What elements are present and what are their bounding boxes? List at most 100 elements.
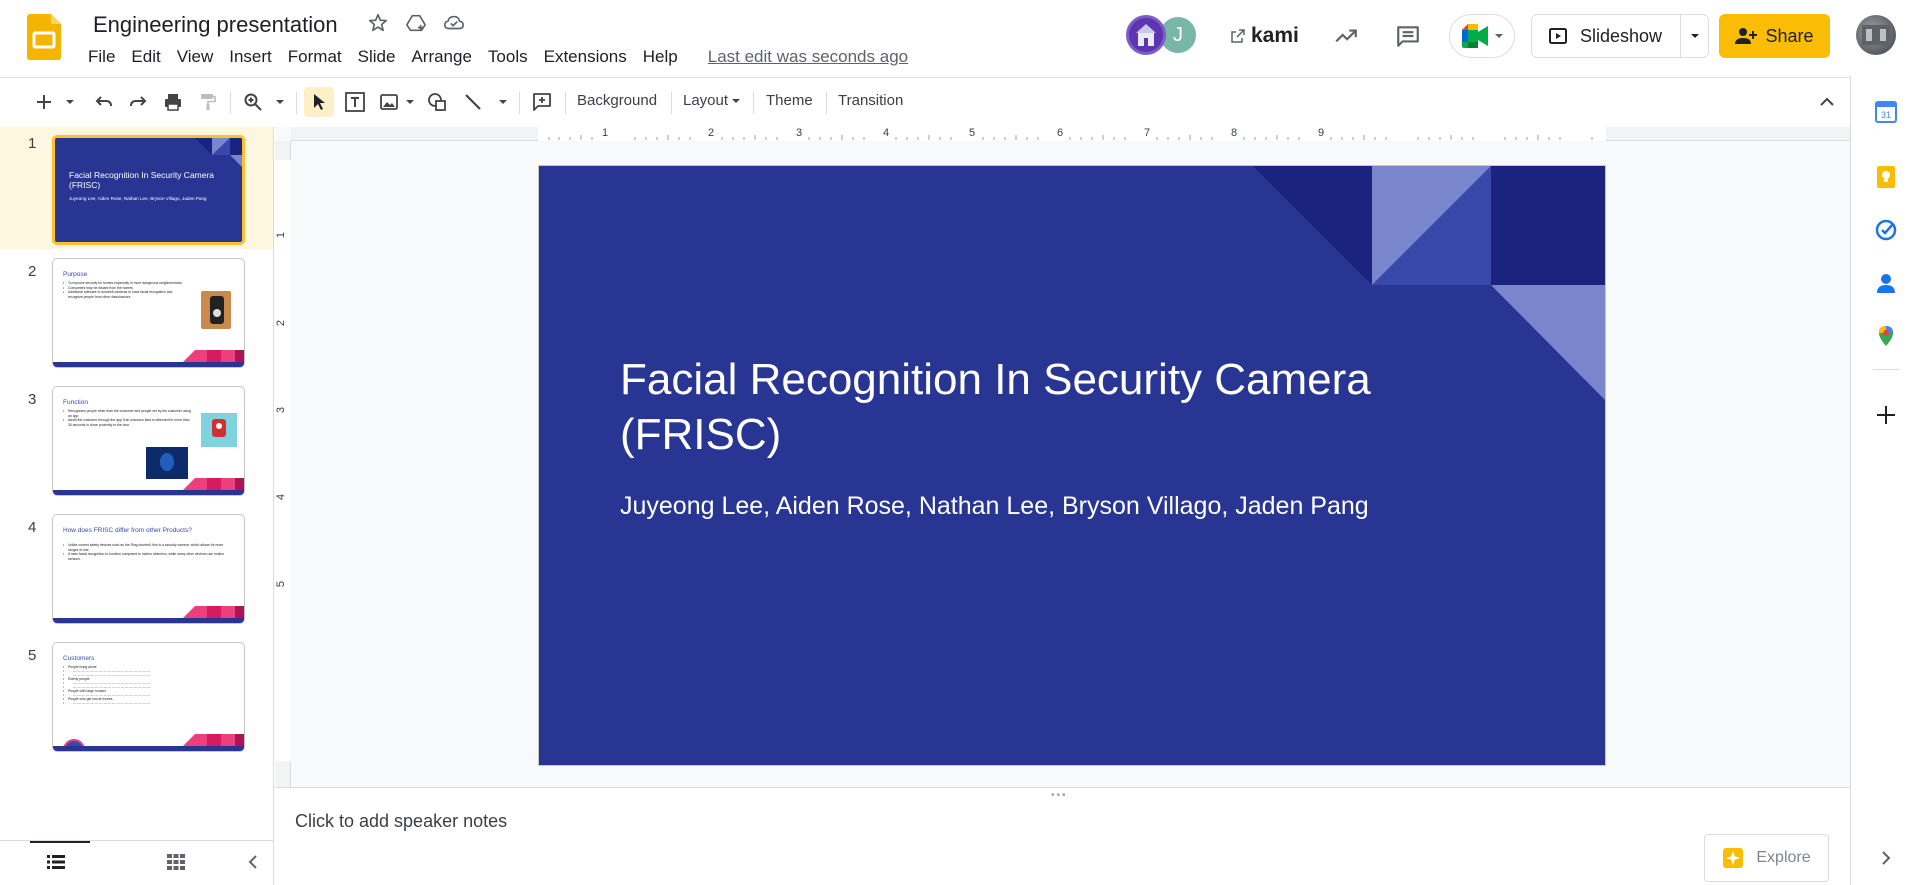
ruler-number: 1 <box>275 231 288 239</box>
layout-button[interactable]: Layout <box>683 92 728 109</box>
ruler-number: 4 <box>883 127 890 139</box>
chevron-down-icon <box>1495 34 1503 38</box>
share-button[interactable]: Share <box>1719 14 1830 58</box>
face-scan-image <box>201 413 237 447</box>
line-chevron-icon[interactable] <box>497 90 509 114</box>
paint-format-icon[interactable] <box>197 90 219 114</box>
select-tool-icon[interactable] <box>304 87 334 117</box>
filmstrip-slide-1[interactable]: 1 Facial Recognition In Security Camera … <box>0 127 273 249</box>
collapse-toolbar-icon[interactable] <box>1816 90 1838 114</box>
document-title[interactable]: Engineering presentation <box>90 11 341 39</box>
star-icon[interactable] <box>366 11 390 35</box>
maps-icon[interactable] <box>1872 322 1900 350</box>
external-link-icon <box>1231 29 1245 43</box>
notes-resize-handle[interactable]: ••• <box>275 787 1850 801</box>
add-comment-icon[interactable] <box>531 90 553 114</box>
slide-title[interactable]: Facial Recognition In Security Camera (F… <box>620 352 1440 462</box>
grid-view-icon[interactable] <box>167 854 185 875</box>
slide-number: 1 <box>28 135 37 152</box>
slideshow-button[interactable]: Slideshow <box>1532 15 1680 57</box>
toolbar-divider <box>753 92 754 114</box>
ruler-number: 2 <box>275 319 288 327</box>
slides-logo-icon[interactable] <box>27 14 61 60</box>
comments-icon[interactable] <box>1393 21 1423 51</box>
expand-side-panel-icon[interactable] <box>1872 844 1900 872</box>
filmstrip-slide-3[interactable]: 3 Function Recognizes people other than … <box>0 383 273 505</box>
filmstrip-slide-4[interactable]: 4 How does FRISC differ from other Produ… <box>0 511 273 633</box>
menu-edit[interactable]: Edit <box>123 44 168 70</box>
collapse-filmstrip-icon[interactable] <box>246 854 260 875</box>
insert-image-chevron-icon[interactable] <box>404 90 416 114</box>
menu-arrange[interactable]: Arrange <box>403 44 479 70</box>
slide-number: 5 <box>28 647 37 664</box>
zoom-icon[interactable] <box>242 90 264 114</box>
menu-format[interactable]: Format <box>280 44 350 70</box>
account-avatar[interactable] <box>1856 15 1896 55</box>
slideshow-options-button[interactable] <box>1680 15 1708 57</box>
undo-icon[interactable] <box>93 90 115 114</box>
thumbnail-title: Customers <box>63 655 95 662</box>
shape-icon[interactable] <box>426 90 448 114</box>
slide-thumbnail[interactable]: Purpose To improve security for homes es… <box>52 258 245 368</box>
menu-slide[interactable]: Slide <box>350 44 404 70</box>
new-slide-icon[interactable] <box>34 90 54 114</box>
menu-insert[interactable]: Insert <box>221 44 280 70</box>
menu-help[interactable]: Help <box>635 44 686 70</box>
tasks-icon[interactable] <box>1872 216 1900 244</box>
print-icon[interactable] <box>162 90 184 114</box>
keep-icon[interactable] <box>1872 163 1900 191</box>
filmstrip-slide-2[interactable]: 2 Purpose To improve security for homes … <box>0 255 273 377</box>
slideshow-label: Slideshow <box>1580 25 1663 46</box>
zoom-chevron-icon[interactable] <box>274 90 286 114</box>
transition-button[interactable]: Transition <box>838 92 903 109</box>
explore-button[interactable]: Explore <box>1704 834 1829 882</box>
active-view-indicator <box>30 841 90 843</box>
cloud-saved-icon[interactable] <box>442 11 466 35</box>
thumbnail-bullet: Alerts the customer through the app if a… <box>63 418 191 427</box>
last-edit-link[interactable]: Last edit was seconds ago <box>704 44 912 70</box>
get-add-ons-icon[interactable] <box>1872 401 1900 429</box>
menu-extensions[interactable]: Extensions <box>536 44 635 70</box>
menu-file[interactable]: File <box>80 44 123 70</box>
slideshow-button-group: Slideshow <box>1531 14 1709 58</box>
slide-thumbnail[interactable]: Function Recognizes people other than th… <box>52 386 245 496</box>
slide-subtitle[interactable]: Juyeong Lee, Aiden Rose, Nathan Lee, Bry… <box>620 492 1369 521</box>
add-person-icon <box>1735 28 1758 44</box>
speaker-notes-input[interactable]: Click to add speaker notes <box>295 811 507 832</box>
text-box-icon[interactable] <box>343 90 367 114</box>
meet-button[interactable] <box>1449 14 1515 58</box>
activity-dashboard-icon[interactable] <box>1331 21 1361 51</box>
vertical-ruler[interactable]: 1 2 3 4 5 <box>275 141 291 787</box>
toolbar-divider <box>565 92 566 114</box>
move-to-drive-icon[interactable] <box>404 11 428 35</box>
collaborator-avatar[interactable] <box>1126 15 1166 55</box>
background-button[interactable]: Background <box>577 92 657 109</box>
redo-icon[interactable] <box>127 90 149 114</box>
app-header: Engineering presentation File Edit View … <box>0 0 1920 76</box>
current-slide-canvas[interactable]: Facial Recognition In Security Camera (F… <box>538 165 1606 766</box>
side-panel: 31 <box>1850 76 1920 885</box>
insert-image-icon[interactable] <box>378 90 400 114</box>
theme-button[interactable]: Theme <box>766 92 813 109</box>
filmstrip-slide-5[interactable]: 5 Customers People living alone — — — — … <box>0 639 273 761</box>
slide-number: 4 <box>28 519 37 536</box>
menu-view[interactable]: View <box>169 44 222 70</box>
slide-thumbnail[interactable]: How does FRISC differ from other Product… <box>52 514 245 624</box>
slide-thumbnail[interactable]: Facial Recognition In Security Camera (F… <box>52 135 245 245</box>
toolbar-divider <box>230 92 231 114</box>
menu-tools[interactable]: Tools <box>480 44 536 70</box>
new-slide-layout-chevron-icon[interactable] <box>64 90 76 114</box>
calendar-icon[interactable]: 31 <box>1872 98 1900 126</box>
chevron-down-icon <box>1690 34 1699 38</box>
line-icon[interactable] <box>462 90 484 114</box>
ruler-number: 1 <box>602 127 609 139</box>
layout-chevron-icon[interactable] <box>731 94 741 108</box>
filmstrip-view-icon[interactable] <box>47 854 65 875</box>
google-meet-icon <box>1462 24 1488 48</box>
horizontal-ruler[interactable]: 1 2 3 4 5 6 7 8 9 <box>291 127 1850 141</box>
contacts-icon[interactable] <box>1872 269 1900 297</box>
kami-extension-button[interactable]: kami <box>1231 24 1299 48</box>
ruler-page-area <box>275 160 291 761</box>
slide-thumbnail[interactable]: Customers People living alone — — — — — … <box>52 642 245 752</box>
explore-icon <box>1723 848 1744 868</box>
